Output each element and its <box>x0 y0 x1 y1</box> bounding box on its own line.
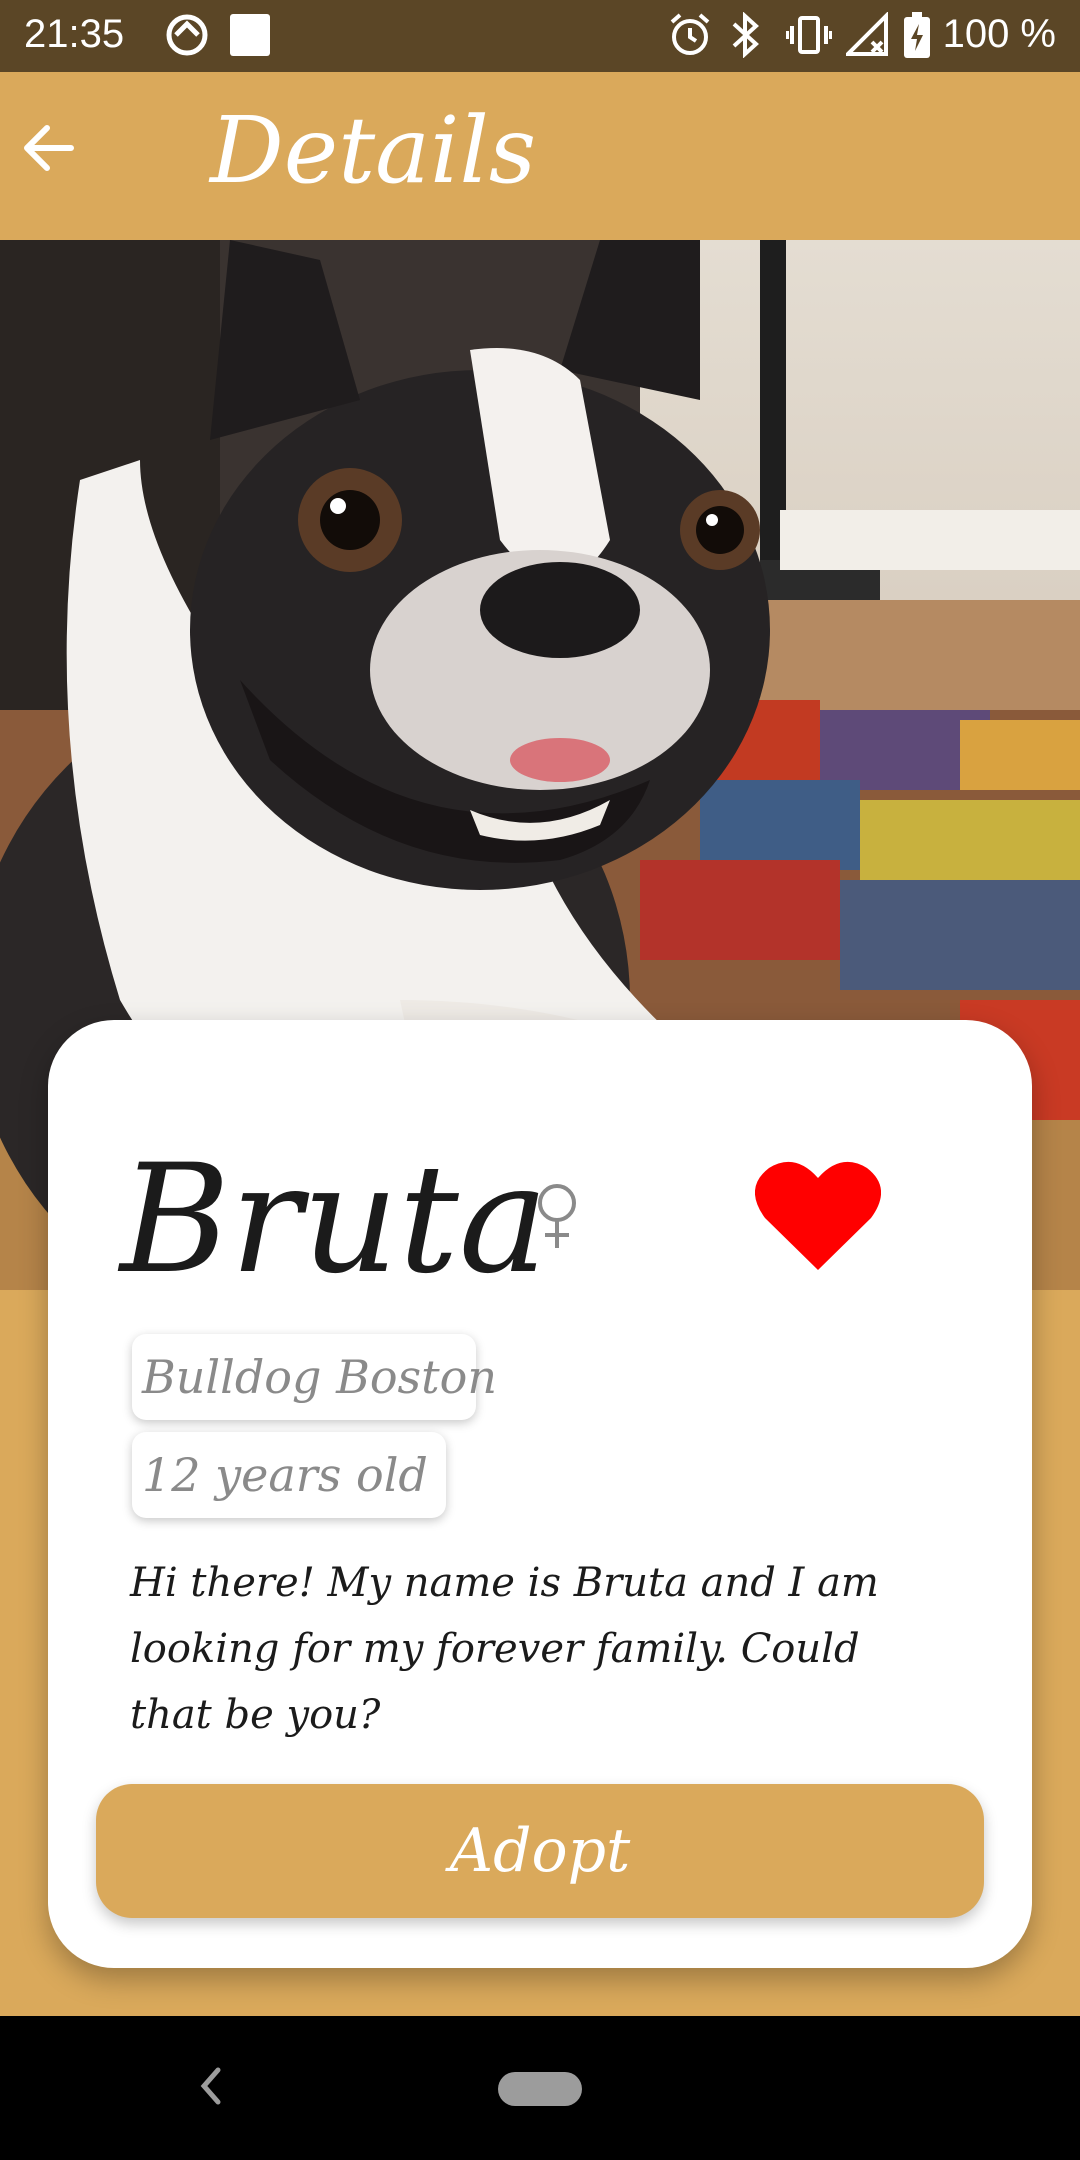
status-time: 21:35 <box>24 12 125 56</box>
battery-charging-icon <box>904 12 930 68</box>
signal-off-icon <box>843 11 888 68</box>
sync-icon <box>164 12 210 68</box>
arrow-left-icon <box>21 123 75 177</box>
female-icon <box>534 1182 580 1256</box>
nav-back-icon[interactable] <box>190 2056 230 2116</box>
square-notification-icon <box>230 14 270 66</box>
breed-chip: Bulldog Boston <box>132 1334 497 1420</box>
vibrate-icon <box>785 12 833 68</box>
alarm-icon <box>668 12 712 68</box>
battery-percentage: 100 % <box>942 12 1056 56</box>
bluetooth-icon <box>730 11 760 68</box>
status-bar: 21:35 100 % <box>0 0 1080 72</box>
app-bar: Details <box>0 72 1080 240</box>
heart-icon <box>754 1158 882 1276</box>
page-title: Details <box>210 97 537 204</box>
pet-name: Bruta <box>120 1133 549 1307</box>
pet-description: Hi there! My name is Bruta and I am look… <box>130 1560 879 1738</box>
age-chip: 12 years old <box>132 1432 446 1518</box>
nav-home-pill[interactable] <box>498 2072 582 2106</box>
pet-detail-card: Bruta Bulldog Boston 12 years old Hi the… <box>48 1020 1032 1968</box>
adopt-button[interactable]: Adopt <box>96 1784 984 1918</box>
system-nav-bar <box>0 2016 1080 2160</box>
favorite-button[interactable] <box>748 1152 888 1282</box>
back-button[interactable] <box>14 116 82 184</box>
